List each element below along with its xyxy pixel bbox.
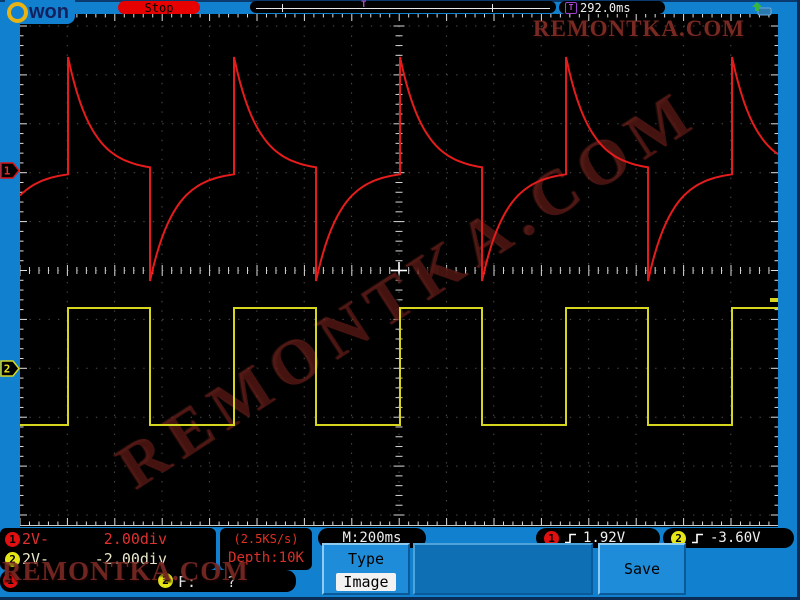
save-button-label: Save: [623, 560, 661, 578]
empty-menu-button[interactable]: [413, 543, 593, 595]
ch1-position-value: 2.00div: [103, 530, 167, 548]
frequency-label: F:: [178, 573, 197, 591]
channel-info-panel: 1 2V- 2.00div 2 2V- -2.00div: [0, 528, 216, 570]
ch1-info-row: 1 2V- 2.00div: [0, 530, 216, 549]
type-menu-button[interactable]: Type Image: [322, 543, 410, 595]
trigger-time-readout: T 292.0ms: [559, 1, 665, 14]
sample-rate: (2.5KS/s): [233, 532, 299, 546]
ch2-marker-number: 2: [4, 363, 11, 376]
record-depth: Depth:10K: [228, 550, 304, 566]
ch2-trigger-level: -3.60V: [710, 530, 761, 546]
waveform-traces: [20, 56, 778, 426]
ch1-marker-number: 1: [4, 165, 11, 178]
run-status-badge: Stop: [118, 1, 200, 14]
watermark-diagonal: REMONTKA.COM: [104, 74, 711, 503]
ch1-volts-per-div: 2V-: [22, 530, 50, 548]
horizontal-position-bar[interactable]: T: [250, 0, 556, 13]
owon-logo-text: won: [29, 0, 69, 23]
frequency-value: ?: [227, 573, 237, 591]
trigger-position-marker: T: [361, 0, 367, 10]
ch2-position-value: -2.00div: [94, 550, 167, 568]
acquisition-panel: (2.5KS/s) Depth:10K: [220, 528, 312, 570]
ch2-info-row: 2 2V- -2.00div: [0, 550, 216, 569]
owon-logo: won: [5, 0, 75, 24]
freq-ch1-badge: 1: [3, 573, 18, 588]
freq-ch2-badge: 2: [158, 573, 173, 588]
trigger-time-value: 292.0ms: [580, 0, 631, 15]
rising-edge-icon: [692, 533, 703, 543]
frequency-counter-bar: 1 2 F: ?: [0, 570, 296, 592]
usb-device-icon: [751, 1, 773, 20]
owon-logo-ring-icon: [7, 1, 28, 23]
graticule-grid: [20, 14, 778, 526]
oscilloscope-screen: won Stop T T 292.0ms REMONTKA.COM 1 2 1 …: [0, 0, 800, 600]
ch2-volts-per-div: 2V-: [22, 550, 50, 568]
type-menu-selected-value[interactable]: Image: [336, 573, 396, 591]
position-bar-line: [256, 8, 550, 9]
ch1-badge: 1: [5, 531, 20, 547]
window-bracket-right: [492, 4, 493, 12]
trigger-t-icon: T: [565, 1, 577, 14]
ch2-position-marker[interactable]: 2: [0, 360, 20, 377]
save-button[interactable]: Save: [598, 543, 686, 595]
type-menu-title: Type: [347, 550, 385, 568]
waveform-display: REMONTKA.COM: [20, 14, 778, 527]
window-bracket-left: [282, 4, 283, 12]
ch2-badge: 2: [5, 551, 20, 567]
ch1-position-marker[interactable]: 1: [0, 162, 20, 179]
